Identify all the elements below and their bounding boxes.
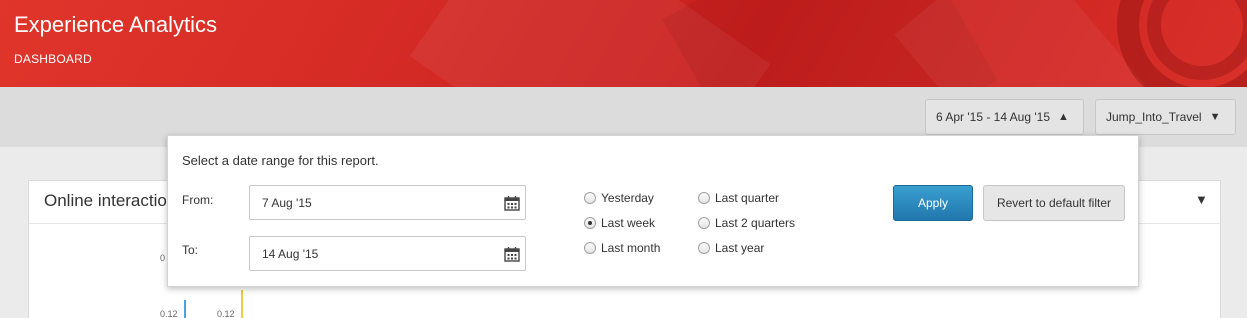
from-date-input[interactable] [249,185,526,220]
axis-line [241,290,243,318]
preset-label: Last month [601,241,661,255]
radio-button[interactable] [584,217,596,229]
caret-down-icon: ▼ [1209,111,1221,123]
preset-label: Last week [601,216,656,230]
preset-last-2-quarters[interactable]: Last 2 quarters [698,216,795,230]
from-label: From: [182,193,214,207]
revert-filter-button[interactable]: Revert to default filter [983,185,1125,221]
app-title: Experience Analytics [14,12,217,37]
popup-title: Select a date range for this report. [182,153,379,168]
header-decoration [894,0,1146,87]
axis-tick-label: 0 [160,253,166,263]
calendar-icon[interactable] [504,195,520,211]
apply-button[interactable]: Apply [893,185,973,221]
preset-yesterday[interactable]: Yesterday [584,191,654,205]
preset-last-month[interactable]: Last month [584,241,660,255]
site-filter-label: Jump_Into_Travel [1106,110,1202,124]
to-date-input[interactable] [249,236,526,271]
site-filter-dropdown[interactable]: Jump_Into_Travel ▼ [1095,99,1236,135]
axis-line [184,300,186,318]
radio-button[interactable] [698,217,710,229]
radio-button[interactable] [698,242,710,254]
preset-last-year[interactable]: Last year [698,241,764,255]
calendar-icon[interactable] [504,246,520,262]
date-range-label: 6 Apr '15 - 14 Aug '15 [936,110,1050,124]
preset-label: Yesterday [601,191,654,205]
preset-label: Last 2 quarters [715,216,796,230]
preset-last-quarter[interactable]: Last quarter [698,191,779,205]
preset-last-week[interactable]: Last week [584,216,655,230]
date-range-button[interactable]: 6 Apr '15 - 14 Aug '15 ▲ [925,99,1084,135]
axis-tick-label: 0.12 [160,309,178,318]
preset-label: Last year [715,241,765,255]
panel-title: Online interactio [44,191,167,210]
radio-button[interactable] [698,192,710,204]
breadcrumb[interactable]: DASHBOARD [14,52,92,66]
radio-button[interactable] [584,192,596,204]
caret-up-icon: ▲ [1058,111,1069,123]
to-label: To: [182,243,199,257]
radio-button[interactable] [584,242,596,254]
collapse-caret-icon[interactable]: ▼ [1195,192,1208,207]
axis-tick-label: 0.12 [217,309,235,318]
preset-label: Last quarter [715,191,780,205]
